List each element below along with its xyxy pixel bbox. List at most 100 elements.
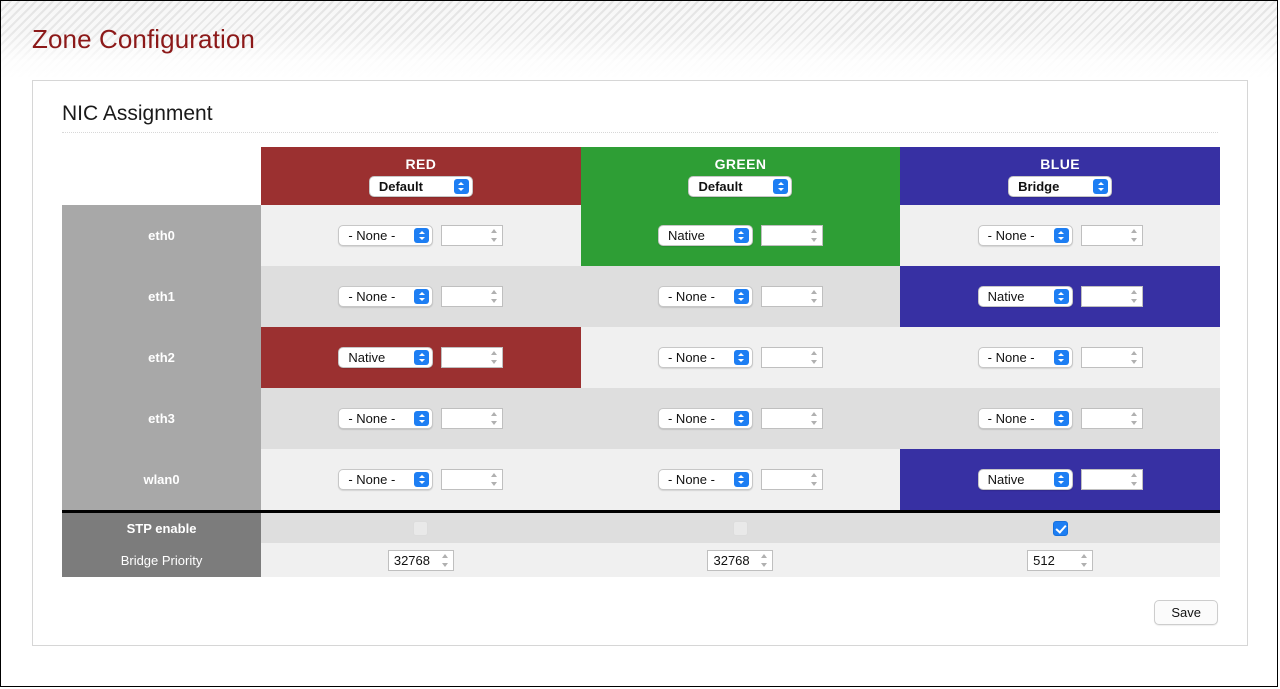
number-stepper-icon[interactable] — [1128, 349, 1140, 366]
nic-mode-select-eth0-green[interactable]: Native — [657, 225, 753, 246]
chevron-up-down-icon — [1053, 289, 1069, 304]
bridge-priority-row: Bridge Priority 32768 32768 512 — [62, 543, 1220, 577]
stp-checkbox-red[interactable] — [413, 521, 429, 537]
chevron-up-down-icon — [414, 472, 430, 487]
number-stepper-icon[interactable] — [1128, 471, 1140, 488]
number-stepper-icon[interactable] — [488, 288, 500, 305]
nic-cell-eth1-green: - None - — [580, 266, 901, 327]
table-row: eth1 - None - - None - Native — [62, 266, 1220, 327]
nic-mode-select-eth1-red[interactable]: - None - — [338, 286, 434, 307]
chevron-up-down-icon — [414, 350, 430, 365]
number-stepper-icon[interactable] — [808, 349, 820, 366]
bridge-priority-input-blue[interactable]: 512 — [1027, 549, 1094, 571]
vlan-input-wlan0-red[interactable] — [441, 469, 504, 490]
nic-mode-select-wlan0-red[interactable]: - None - — [338, 469, 434, 490]
chevron-up-down-icon — [1053, 411, 1069, 426]
number-stepper-icon[interactable] — [1128, 410, 1140, 427]
number-stepper-icon[interactable] — [808, 471, 820, 488]
number-stepper-icon[interactable] — [488, 410, 500, 427]
vlan-input-eth2-green[interactable] — [760, 347, 823, 368]
select-value: - None - — [348, 289, 396, 304]
vlan-input-wlan0-green[interactable] — [760, 469, 823, 490]
nic-cell-eth1-red: - None - — [261, 266, 581, 327]
number-value: 32768 — [393, 552, 430, 568]
bridge-priority-input-red[interactable]: 32768 — [387, 549, 454, 571]
vlan-input-eth0-red[interactable] — [441, 225, 504, 246]
number-stepper-icon[interactable] — [808, 227, 820, 244]
bridge-priority-input-green[interactable]: 32768 — [707, 549, 774, 571]
zone-header-blue: BLUE Bridge — [900, 147, 1220, 205]
zone-mode-select-green[interactable]: Default — [688, 175, 793, 197]
nic-mode-select-eth3-blue[interactable]: - None - — [977, 408, 1073, 429]
number-stepper-icon[interactable] — [1128, 288, 1140, 305]
select-value: - None - — [348, 228, 396, 243]
number-stepper-icon[interactable] — [488, 349, 500, 366]
nic-cell-eth3-blue: - None - — [900, 388, 1220, 449]
vlan-input-wlan0-blue[interactable] — [1080, 469, 1143, 490]
vlan-input-eth2-red[interactable] — [441, 347, 504, 368]
number-stepper-icon[interactable] — [439, 552, 451, 569]
number-stepper-icon[interactable] — [808, 410, 820, 427]
vlan-input-eth1-green[interactable] — [760, 286, 823, 307]
nic-mode-select-eth2-red[interactable]: Native — [338, 347, 434, 368]
save-button[interactable]: Save — [1154, 600, 1218, 625]
number-stepper-icon[interactable] — [488, 471, 500, 488]
nic-cell-wlan0-blue: Native — [900, 449, 1220, 513]
nic-assignment-panel: NIC Assignment RED Default GREEN Default BLU… — [32, 80, 1248, 646]
number-stepper-icon[interactable] — [488, 227, 500, 244]
select-value: - None - — [987, 228, 1035, 243]
vlan-input-eth3-blue[interactable] — [1080, 408, 1143, 429]
nic-cell-eth2-red: Native — [261, 327, 581, 388]
stp-checkbox-blue[interactable] — [1052, 521, 1068, 537]
stp-checkbox-green[interactable] — [732, 521, 748, 537]
nic-mode-select-eth0-red[interactable]: - None - — [338, 225, 434, 246]
zone-name-label: GREEN — [714, 155, 767, 172]
select-value: Native — [987, 472, 1025, 487]
select-value: Native — [987, 289, 1025, 304]
nic-mode-select-wlan0-blue[interactable]: Native — [977, 469, 1073, 490]
nic-mode-select-eth2-blue[interactable]: - None - — [977, 347, 1073, 368]
stp-cell-blue — [900, 511, 1220, 543]
stp-enable-row: STP enable — [62, 511, 1220, 543]
number-value: 512 — [1033, 552, 1055, 568]
select-value: Default — [698, 178, 743, 194]
chevron-up-down-icon — [733, 350, 749, 365]
panel-footer: Save — [1154, 600, 1218, 625]
number-stepper-icon[interactable] — [758, 552, 770, 569]
chevron-up-down-icon — [453, 178, 469, 194]
nic-cell-eth2-blue: - None - — [900, 327, 1220, 388]
bridge-priority-cell-blue: 512 — [900, 543, 1220, 577]
select-value: Native — [348, 350, 386, 365]
nic-mode-select-eth0-blue[interactable]: - None - — [977, 225, 1073, 246]
chevron-up-down-icon — [1053, 472, 1069, 487]
zone-mode-select-blue[interactable]: Bridge — [1008, 175, 1113, 197]
nic-cell-eth0-green: Native — [580, 205, 901, 266]
number-stepper-icon[interactable] — [808, 288, 820, 305]
nic-cell-eth3-green: - None - — [580, 388, 901, 449]
chevron-up-down-icon — [733, 411, 749, 426]
vlan-input-eth3-green[interactable] — [760, 408, 823, 429]
vlan-input-eth3-red[interactable] — [441, 408, 504, 429]
vlan-input-eth0-green[interactable] — [760, 225, 823, 246]
nic-mode-select-eth1-blue[interactable]: Native — [977, 286, 1073, 307]
nic-mode-select-eth1-green[interactable]: - None - — [657, 286, 753, 307]
vlan-input-eth0-blue[interactable] — [1080, 225, 1143, 246]
vlan-input-eth2-blue[interactable] — [1080, 347, 1143, 368]
vlan-input-eth1-blue[interactable] — [1080, 286, 1143, 307]
nic-mode-select-eth2-green[interactable]: - None - — [657, 347, 753, 368]
chevron-up-down-icon — [414, 228, 430, 243]
nic-label-eth3: eth3 — [62, 388, 262, 449]
number-stepper-icon[interactable] — [1078, 552, 1090, 569]
bridge-priority-cell-green: 32768 — [580, 543, 901, 577]
page-title: Zone Configuration — [32, 24, 255, 54]
nic-mode-select-wlan0-green[interactable]: - None - — [657, 469, 753, 490]
vlan-input-eth1-red[interactable] — [441, 286, 504, 307]
nic-mode-select-eth3-green[interactable]: - None - — [657, 408, 753, 429]
zone-mode-select-red[interactable]: Default — [368, 175, 473, 197]
nic-cell-eth2-green: - None - — [580, 327, 901, 388]
select-value: Bridge — [1018, 178, 1060, 194]
nic-mode-select-eth3-red[interactable]: - None - — [338, 408, 434, 429]
select-value: - None - — [987, 411, 1035, 426]
number-stepper-icon[interactable] — [1128, 227, 1140, 244]
select-value: Default — [378, 178, 423, 194]
